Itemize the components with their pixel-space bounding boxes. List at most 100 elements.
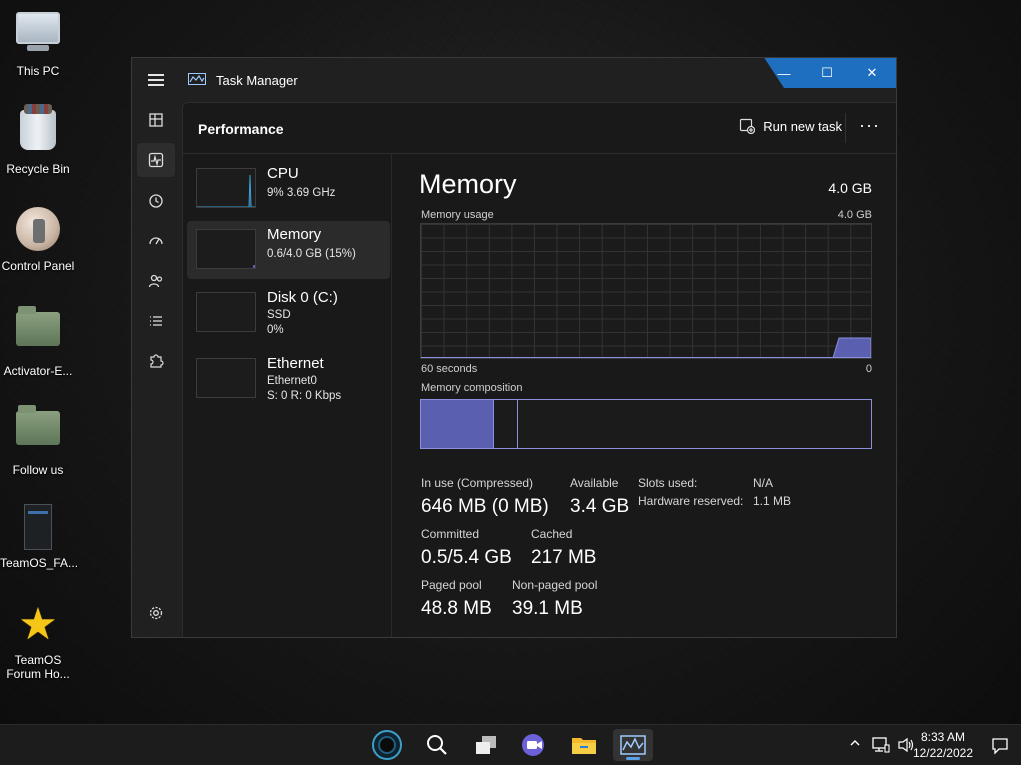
- computer-icon: [14, 12, 62, 60]
- start-icon: [372, 730, 402, 760]
- perf-item-detail: SSD: [267, 309, 291, 321]
- desktop-icon-teamos-forum[interactable]: ★ TeamOS Forum Ho...: [0, 601, 76, 682]
- run-new-task-label: Run new task: [763, 118, 842, 134]
- clock-date: 12/22/2022: [912, 746, 973, 760]
- nav-services[interactable]: [137, 344, 175, 378]
- perf-item-disk[interactable]: Disk 0 (C:) SSD 0%: [187, 284, 390, 342]
- memory-composition-bar: [420, 399, 872, 449]
- perf-item-name: Ethernet: [267, 355, 324, 372]
- window-title: Task Manager: [216, 73, 298, 88]
- desktop-icon-recycle-bin[interactable]: Recycle Bin: [0, 104, 76, 176]
- cpu-thumbnail: [196, 168, 256, 208]
- desktop-icon-control-panel[interactable]: Control Panel: [0, 205, 76, 273]
- perf-item-detail: 9% 3.69 GHz: [267, 187, 336, 199]
- file-explorer-button[interactable]: [564, 729, 604, 761]
- non-paged-pool-label: Non-paged pool: [512, 578, 598, 592]
- desktop-icon-label: Follow us: [12, 463, 64, 477]
- processes-icon: [149, 113, 163, 127]
- committed-value: 0.5/5.4 GB: [421, 547, 512, 568]
- in-use-value: 646 MB (0 MB): [421, 496, 549, 517]
- taskbar: 8:33 AM 12/22/2022: [0, 724, 1021, 765]
- in-use-segment: [421, 400, 494, 448]
- task-view-icon: [476, 736, 496, 754]
- file-explorer-icon: [572, 738, 596, 754]
- hamburger-menu-icon[interactable]: [148, 74, 164, 86]
- modified-segment: [494, 400, 518, 448]
- notification-icon: [992, 738, 1008, 755]
- nav-details[interactable]: [137, 304, 175, 338]
- control-panel-icon: [14, 207, 62, 255]
- slots-used-value: N/A: [753, 476, 774, 490]
- task-manager-icon: [620, 735, 646, 755]
- desktop-icon-follow-us[interactable]: Follow us: [0, 403, 76, 477]
- nav-startup[interactable]: [137, 224, 175, 258]
- paged-pool-value: 48.8 MB: [421, 598, 492, 619]
- nav-processes[interactable]: [137, 103, 175, 137]
- desktop-icon-label: Activator-E...: [3, 364, 73, 378]
- disk-thumbnail: [196, 292, 256, 332]
- maximize-button[interactable]: ☐: [804, 58, 850, 88]
- memory-usage-graph: [420, 223, 872, 359]
- memory-thumbnail: [196, 229, 256, 269]
- network-tray-button[interactable]: [872, 737, 890, 756]
- task-manager-app-icon: [188, 73, 206, 85]
- left-nav: [132, 102, 182, 637]
- performance-list: CPU 9% 3.69 GHz Memory 0.6/4.0 GB (15%) …: [183, 154, 392, 637]
- chat-button[interactable]: [514, 729, 554, 761]
- header-divider: [845, 113, 846, 143]
- usage-max: 4.0 GB: [837, 209, 872, 221]
- close-button[interactable]: ✕: [849, 58, 895, 88]
- time-min: 0: [865, 363, 872, 375]
- usage-label: Memory usage: [421, 209, 494, 221]
- minimize-button[interactable]: —: [764, 58, 807, 88]
- page-title: Performance: [198, 121, 284, 137]
- run-task-icon: [740, 118, 756, 134]
- available-value: 3.4 GB: [570, 496, 630, 517]
- clock-time: 8:33 AM: [920, 730, 965, 744]
- notifications-button[interactable]: [991, 737, 1009, 758]
- recycle-bin-icon: [14, 104, 62, 158]
- perf-item-cpu[interactable]: CPU 9% 3.69 GHz: [187, 160, 390, 218]
- performance-page: Performance Run new task ··· CPU 9% 3.69…: [182, 102, 896, 637]
- services-icon: [150, 354, 164, 368]
- time-label: 60 seconds: [421, 363, 478, 375]
- clock[interactable]: 8:33 AM 12/22/2022: [913, 729, 973, 761]
- composition-label: Memory composition: [421, 382, 523, 394]
- perf-item-memory[interactable]: Memory 0.6/4.0 GB (15%): [187, 221, 390, 279]
- start-button[interactable]: [367, 729, 407, 761]
- task-manager-taskbar-button[interactable]: [613, 729, 653, 761]
- task-view-button[interactable]: [466, 729, 506, 761]
- folder-icon: [14, 405, 62, 459]
- document-icon: [14, 504, 62, 552]
- nav-app-history[interactable]: [137, 184, 175, 218]
- network-icon: [872, 737, 890, 753]
- more-options-icon[interactable]: ···: [859, 115, 880, 136]
- desktop-icon-activator[interactable]: Activator-E...: [0, 304, 76, 378]
- performance-icon: [148, 152, 164, 168]
- perf-item-ethernet[interactable]: Ethernet Ethernet0 S: 0 R: 0 Kbps: [187, 350, 390, 408]
- search-button[interactable]: [417, 729, 457, 761]
- cached-label: Cached: [531, 527, 573, 541]
- perf-item-detail-2: 0%: [267, 324, 284, 336]
- ethernet-thumbnail: [196, 358, 256, 398]
- desktop-icon-this-pc[interactable]: This PC: [0, 8, 76, 78]
- perf-item-detail: Ethernet0: [267, 375, 317, 387]
- desktop-icon-teamos-fa[interactable]: TeamOS_FA...: [0, 502, 79, 570]
- nav-settings[interactable]: [137, 596, 175, 630]
- detail-total: 4.0 GB: [828, 180, 872, 196]
- folder-icon: [14, 306, 62, 360]
- app-history-icon: [149, 194, 163, 208]
- show-hidden-icons-button[interactable]: [849, 737, 861, 752]
- settings-icon: [149, 606, 163, 620]
- title-bar[interactable]: Task Manager — ☐ ✕: [132, 58, 896, 102]
- desktop-icon-label: TeamOS Forum Ho...: [6, 653, 70, 681]
- search-icon: [427, 735, 447, 755]
- startup-icon: [149, 237, 163, 245]
- window-controls: — ☐ ✕: [764, 58, 896, 88]
- perf-item-name: CPU: [267, 165, 299, 182]
- nav-performance[interactable]: [137, 143, 175, 177]
- desktop-icon-label: TeamOS_FA...: [0, 556, 79, 570]
- run-new-task-button[interactable]: Run new task: [739, 118, 842, 134]
- nav-users[interactable]: [137, 264, 175, 298]
- perf-item-name: Disk 0 (C:): [267, 289, 338, 306]
